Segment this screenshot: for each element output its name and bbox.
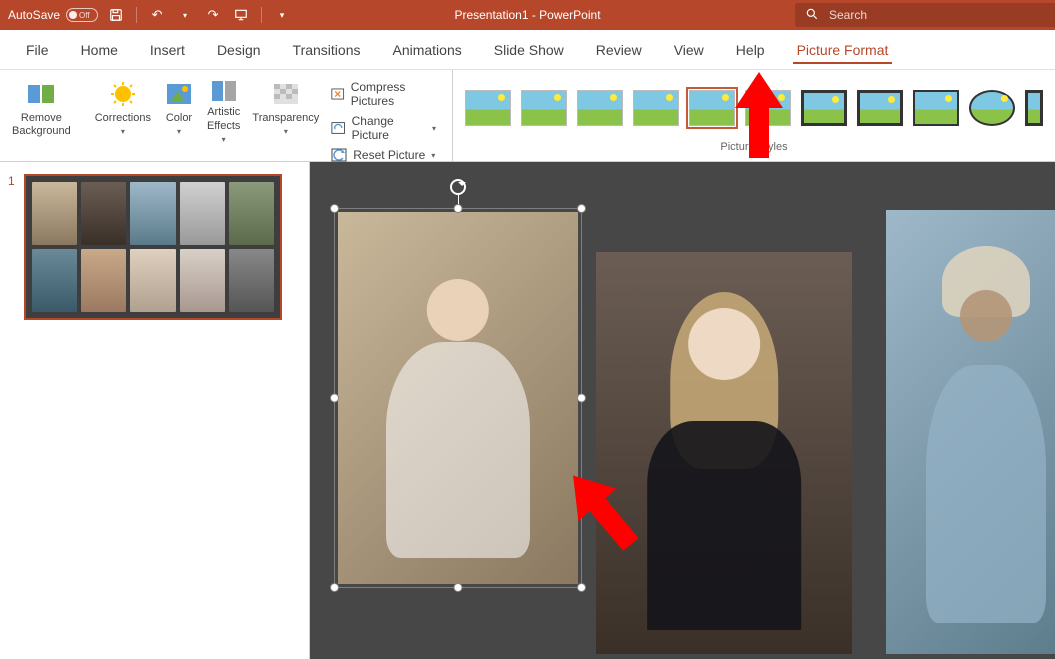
save-icon[interactable] [106, 5, 126, 25]
autosave-toggle[interactable]: AutoSave Off [8, 8, 98, 22]
search-icon [805, 7, 819, 24]
compress-pictures-button[interactable]: Compress Pictures [327, 78, 440, 110]
color-button[interactable]: Color▾ [159, 74, 199, 148]
slide-thumbnail-panel[interactable]: 1 [0, 162, 310, 659]
present-icon[interactable] [231, 5, 251, 25]
tab-help[interactable]: Help [720, 30, 781, 70]
tab-transitions[interactable]: Transitions [277, 30, 377, 70]
resize-handle-mr[interactable] [577, 394, 586, 403]
tab-animations[interactable]: Animations [376, 30, 477, 70]
undo-more-icon[interactable]: ▾ [175, 5, 195, 25]
resize-handle-bm[interactable] [454, 583, 463, 592]
search-box[interactable] [795, 3, 1055, 27]
search-input[interactable] [829, 8, 1045, 22]
title-bar: AutoSave Off ↶ ▾ ↷ ▾ Presentation1 - Pow… [0, 0, 1055, 30]
tab-file[interactable]: File [10, 30, 65, 70]
picture-1-selected[interactable] [338, 212, 578, 584]
corrections-icon [107, 78, 139, 110]
artistic-effects-icon [208, 78, 240, 104]
corrections-button[interactable]: Corrections▾ [91, 74, 155, 148]
slide-number: 1 [8, 174, 18, 320]
picture-style-7[interactable] [801, 90, 847, 126]
transparency-button[interactable]: Transparency▾ [248, 74, 323, 148]
slide-1-thumbnail[interactable] [24, 174, 282, 320]
picture-style-6[interactable] [745, 90, 791, 126]
picture-2[interactable] [596, 252, 852, 654]
picture-style-1[interactable] [465, 90, 511, 126]
tab-picture-format[interactable]: Picture Format [781, 30, 905, 70]
remove-background-icon [25, 78, 57, 110]
picture-style-2[interactable] [521, 90, 567, 126]
picture-style-more[interactable] [1025, 90, 1043, 126]
resize-handle-bl[interactable] [330, 583, 339, 592]
picture-style-3[interactable] [577, 90, 623, 126]
tab-design[interactable]: Design [201, 30, 277, 70]
picture-style-9[interactable] [913, 90, 959, 126]
ribbon: Remove Background Corrections▾ Color▾ [0, 70, 1055, 162]
change-picture-icon [331, 121, 345, 135]
picture-3[interactable] [886, 210, 1055, 654]
resize-handle-tr[interactable] [577, 204, 586, 213]
resize-handle-br[interactable] [577, 583, 586, 592]
qat-customize-icon[interactable]: ▾ [272, 5, 292, 25]
change-picture-button[interactable]: Change Picture ▾ [327, 112, 440, 144]
window-title: Presentation1 - PowerPoint [454, 8, 600, 22]
ribbon-tabs: File Home Insert Design Transitions Anim… [0, 30, 1055, 70]
slide-canvas[interactable] [310, 162, 1055, 659]
picture-style-10[interactable] [969, 90, 1015, 126]
tab-review[interactable]: Review [580, 30, 658, 70]
picture-style-5[interactable] [689, 90, 735, 126]
tab-view[interactable]: View [658, 30, 720, 70]
artistic-effects-button[interactable]: Artistic Effects▾ [203, 74, 244, 148]
rotate-handle[interactable] [450, 179, 466, 195]
tab-home[interactable]: Home [65, 30, 134, 70]
tab-insert[interactable]: Insert [134, 30, 201, 70]
picture-style-4[interactable] [633, 90, 679, 126]
picture-style-8[interactable] [857, 90, 903, 126]
tab-slide-show[interactable]: Slide Show [478, 30, 580, 70]
color-icon [163, 78, 195, 110]
undo-icon[interactable]: ↶ [147, 5, 167, 25]
compress-icon [331, 87, 344, 101]
autosave-label: AutoSave [8, 8, 60, 22]
redo-icon[interactable]: ↷ [203, 5, 223, 25]
transparency-icon [270, 78, 302, 110]
main-area: 1 [0, 162, 1055, 659]
reset-picture-icon [331, 148, 347, 162]
picture-styles-group-label: Picture Styles [465, 139, 1043, 155]
picture-styles-gallery[interactable] [465, 76, 1043, 139]
remove-background-button[interactable]: Remove Background [8, 74, 75, 148]
